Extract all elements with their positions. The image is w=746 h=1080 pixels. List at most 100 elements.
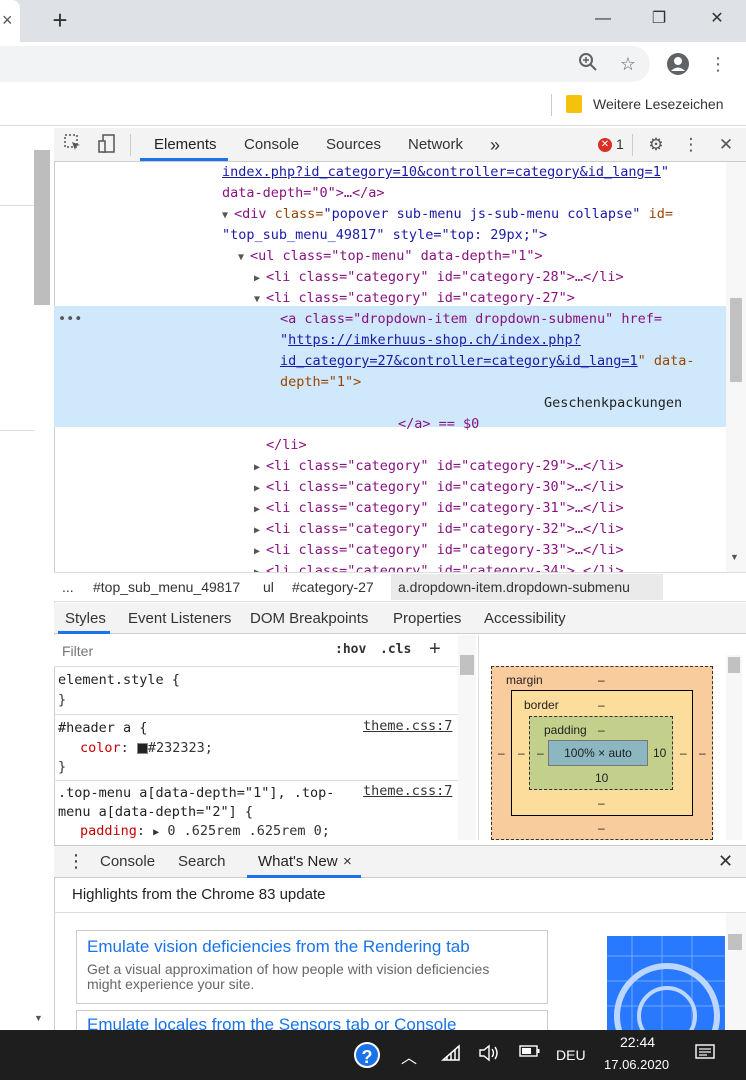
class-toggle-button[interactable]: .cls <box>380 642 411 657</box>
tree-line[interactable]: ▶ <li class="category" id="category-32">…… <box>254 519 624 540</box>
expand-triangle-icon[interactable]: ▶ <box>254 499 266 520</box>
tab-styles[interactable]: Styles <box>65 603 106 634</box>
drawer-tab-search[interactable]: Search <box>178 845 226 878</box>
expand-triangle-icon[interactable]: ▶ <box>254 541 266 562</box>
language-indicator[interactable]: DEU <box>556 1047 586 1063</box>
chevron-up-icon[interactable]: ︿ <box>398 1044 420 1068</box>
tree-line[interactable]: ▼ <ul class="top-menu" data-depth="1"> <box>238 246 543 267</box>
css-declaration[interactable]: padding: ▶ 0 .625rem .625rem 0; <box>80 821 330 841</box>
new-tab-button[interactable]: + <box>48 7 72 33</box>
drawer-scrollbar-thumb[interactable] <box>728 934 742 950</box>
styles-scrollbar-thumb[interactable] <box>460 655 474 675</box>
box-model-content[interactable]: 100% × auto <box>548 740 648 766</box>
clock-time[interactable]: 22:44 <box>620 1034 655 1050</box>
tree-line-selected[interactable]: </a> == $0 <box>398 414 479 435</box>
devtools-menu-icon[interactable]: ⋮ <box>680 134 702 156</box>
drawer-menu-icon[interactable]: ⋮ <box>67 845 85 878</box>
page-scrollbar[interactable] <box>34 150 50 305</box>
close-devtools-icon[interactable]: ✕ <box>715 134 737 156</box>
css-source-link[interactable]: theme.css:7 <box>363 718 452 734</box>
zoom-icon[interactable] <box>576 52 600 76</box>
color-swatch-icon[interactable] <box>136 742 148 754</box>
elements-tree[interactable]: index.php?id_category=10&controller=cate… <box>54 162 726 572</box>
box-model-scrollbar-thumb[interactable] <box>728 657 740 673</box>
maximize-button[interactable]: ❐ <box>644 8 674 30</box>
breadcrumb-item[interactable]: #top_sub_menu_49817 <box>93 577 240 597</box>
tree-line[interactable]: ▶ <li class="category" id="category-28">…… <box>254 267 624 288</box>
profile-icon[interactable] <box>666 52 690 76</box>
folder-icon[interactable] <box>566 95 582 113</box>
menu-icon[interactable]: ⋮ <box>706 52 730 76</box>
breadcrumb-item[interactable]: #category-27 <box>292 577 374 597</box>
more-tabs-button[interactable]: » <box>490 128 500 162</box>
battery-icon[interactable] <box>518 1044 542 1063</box>
error-count[interactable]: 1 <box>616 136 624 152</box>
clock-date[interactable]: 17.06.2020 <box>604 1057 669 1072</box>
box-model-scrollbar[interactable] <box>726 655 742 840</box>
tree-line-selected[interactable]: depth="1"> <box>280 372 361 393</box>
card-title[interactable]: Emulate vision deficiencies from the Ren… <box>87 937 470 957</box>
breadcrumb-item-active[interactable]: a.dropdown-item.dropdown-submenu <box>398 577 630 597</box>
tree-line[interactable]: ▶ <li class="category" id="category-33">…… <box>254 540 624 561</box>
node-actions-icon[interactable]: ••• <box>58 309 82 330</box>
expand-triangle-icon[interactable]: ▶ <box>153 827 159 838</box>
expand-triangle-icon[interactable]: ▶ <box>254 457 266 478</box>
star-icon[interactable]: ☆ <box>616 52 640 76</box>
tab-close-icon[interactable]: × <box>2 10 20 30</box>
expand-triangle-icon[interactable]: ▶ <box>254 520 266 541</box>
tree-link[interactable]: id_category=27&controller=category&id_la… <box>280 353 638 369</box>
tree-scrollbar-thumb[interactable] <box>730 298 742 382</box>
close-window-button[interactable]: ✕ <box>702 8 732 30</box>
minimize-button[interactable]: — <box>588 8 618 30</box>
tree-line[interactable]: ▶<li class="category" id="category-34">…… <box>254 561 624 572</box>
tree-line[interactable]: </li> <box>266 435 307 456</box>
tree-line[interactable]: index.php?id_category=10&controller=cate… <box>222 162 669 183</box>
close-tab-icon[interactable]: × <box>343 845 352 878</box>
tree-line[interactable]: data-depth="0">…</a> <box>222 183 385 204</box>
device-toolbar-icon[interactable] <box>96 134 118 156</box>
collapse-triangle-icon[interactable]: ▼ <box>238 247 250 268</box>
css-declaration[interactable]: color: #232323; <box>80 738 213 758</box>
tab-elements[interactable]: Elements <box>154 128 217 162</box>
help-icon[interactable]: ? <box>354 1042 380 1068</box>
tree-text-node[interactable]: Geschenkpackungen <box>544 393 682 414</box>
tab-properties[interactable]: Properties <box>393 603 461 634</box>
tree-line-selected[interactable]: <a class="dropdown-item dropdown-submenu… <box>280 309 662 330</box>
tree-link[interactable]: https://imkerhuus-shop.ch/index.php? <box>288 332 581 348</box>
expand-triangle-icon[interactable]: ▶ <box>254 478 266 499</box>
tree-line[interactable]: "top_sub_menu_49817" style="top: 29px;"> <box>222 225 547 246</box>
volume-icon[interactable] <box>477 1044 501 1067</box>
tab-dom-breakpoints[interactable]: DOM Breakpoints <box>250 603 368 634</box>
tree-line[interactable]: ▼ <div class="popover sub-menu js-sub-men… <box>222 204 673 225</box>
drawer-scrollbar[interactable] <box>726 913 746 1030</box>
scroll-down-arrow-icon[interactable]: ▼ <box>34 1013 43 1023</box>
notification-icon[interactable] <box>694 1044 716 1067</box>
expand-triangle-icon[interactable]: ▶ <box>254 562 266 572</box>
tree-line[interactable]: ▶ <li class="category" id="category-29">…… <box>254 456 624 477</box>
collapse-triangle-icon[interactable]: ▼ <box>222 205 234 226</box>
tab-network[interactable]: Network <box>408 128 463 162</box>
styles-filter-input[interactable] <box>58 639 322 663</box>
tree-line[interactable]: ▶ <li class="category" id="category-31">…… <box>254 498 624 519</box>
tab-sources[interactable]: Sources <box>326 128 381 162</box>
tab-console[interactable]: Console <box>244 128 299 162</box>
hover-state-button[interactable]: :hov <box>335 642 366 657</box>
tree-link[interactable]: index.php?id_category=10&controller=cate… <box>222 164 661 180</box>
add-rule-button[interactable]: + <box>429 638 441 661</box>
error-icon[interactable]: ✕ <box>598 138 612 152</box>
settings-gear-icon[interactable]: ⚙ <box>645 134 667 156</box>
tree-line-selected[interactable]: id_category=27&controller=category&id_la… <box>280 351 695 372</box>
tree-line-selected[interactable]: "https://imkerhuus-shop.ch/index.php? <box>280 330 581 351</box>
scroll-down-arrow-icon[interactable]: ▼ <box>730 552 739 562</box>
tree-line[interactable]: ▶ <li class="category" id="category-30">…… <box>254 477 624 498</box>
tab-accessibility[interactable]: Accessibility <box>484 603 566 634</box>
other-bookmarks-link[interactable]: Weitere Lesezeichen <box>593 96 723 112</box>
expand-triangle-icon[interactable]: ▶ <box>254 268 266 289</box>
css-source-link[interactable]: theme.css:7 <box>363 783 452 799</box>
drawer-tab-console[interactable]: Console <box>100 845 155 878</box>
collapse-triangle-icon[interactable]: ▼ <box>254 289 266 310</box>
breadcrumb-more[interactable]: ... <box>62 577 74 597</box>
drawer-tab-whats-new[interactable]: What's New <box>258 845 338 878</box>
tree-line[interactable]: ▼ <li class="category" id="category-27"> <box>254 288 575 309</box>
tab-event-listeners[interactable]: Event Listeners <box>128 603 231 634</box>
